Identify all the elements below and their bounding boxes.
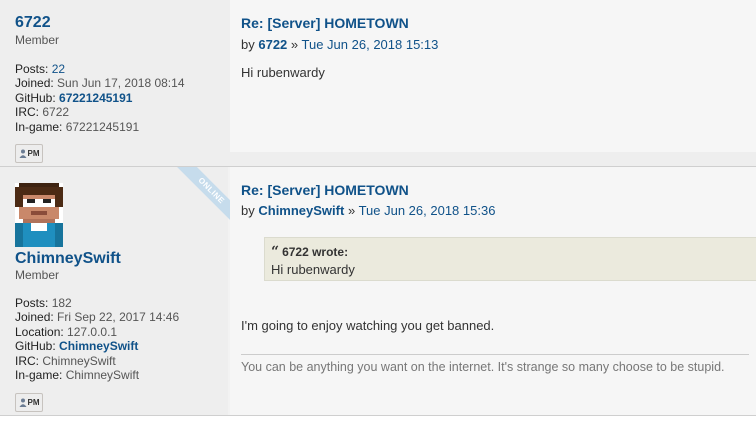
signature: You can be anything you want on the inte… bbox=[241, 360, 725, 374]
stat-github: GitHub: 67221245191 bbox=[15, 90, 133, 105]
github-link[interactable]: ChimneySwift bbox=[59, 339, 138, 353]
online-badge: ONLINE bbox=[174, 167, 230, 227]
github-link[interactable]: 67221245191 bbox=[59, 91, 132, 105]
post-title-link[interactable]: Re: [Server] HOMETOWN bbox=[241, 182, 409, 198]
stat-irc: IRC: 6722 bbox=[15, 105, 70, 120]
author-link[interactable]: ChimneySwift bbox=[258, 203, 344, 218]
stat-irc: IRC: ChimneySwift bbox=[15, 353, 116, 368]
post: 6722 Member Posts: 22 Joined: Sun Jun 17… bbox=[0, 0, 756, 167]
stat-joined: Joined: Fri Sep 22, 2017 14:46 bbox=[15, 310, 180, 325]
quote-text: Hi rubenwardy bbox=[271, 262, 355, 277]
username-link[interactable]: 6722 bbox=[15, 14, 51, 32]
quote-mark-icon: “ bbox=[271, 244, 280, 260]
quote-block: “6722 wrote: Hi rubenwardy bbox=[264, 237, 756, 281]
user-icon bbox=[19, 398, 26, 407]
post-title-link[interactable]: Re: [Server] HOMETOWN bbox=[241, 15, 409, 31]
post-body: Re: [Server] HOMETOWN by ChimneySwift » … bbox=[230, 167, 756, 415]
post-profile: 6722 Member Posts: 22 Joined: Sun Jun 17… bbox=[0, 0, 228, 166]
post-author-line: by ChimneySwift » Tue Jun 26, 2018 15:36 bbox=[241, 203, 496, 218]
stat-location: Location: 127.0.0.1 bbox=[15, 324, 118, 339]
posts-count-link[interactable]: 182 bbox=[52, 296, 72, 310]
online-ribbon: ONLINE bbox=[170, 167, 230, 227]
pm-label: PM bbox=[27, 149, 40, 158]
stat-ingame: In-game: 67221245191 bbox=[15, 119, 140, 134]
post-body: Re: [Server] HOMETOWN by 6722 » Tue Jun … bbox=[230, 0, 756, 152]
user-stats: Posts: 22 Joined: Sun Jun 17, 2018 08:14… bbox=[15, 62, 185, 134]
user-rank: Member bbox=[15, 268, 60, 282]
post-author-line: by 6722 » Tue Jun 26, 2018 15:13 bbox=[241, 37, 439, 52]
avatar[interactable] bbox=[15, 183, 63, 247]
stat-posts: Posts: 22 bbox=[15, 62, 66, 76]
pm-label: PM bbox=[27, 398, 40, 407]
post-content: Hi rubenwardy bbox=[241, 65, 325, 80]
post-date-link[interactable]: Tue Jun 26, 2018 15:36 bbox=[359, 203, 496, 218]
stat-posts: Posts: 182 bbox=[15, 296, 72, 310]
stat-joined: Joined: Sun Jun 17, 2018 08:14 bbox=[15, 76, 185, 91]
user-icon bbox=[19, 149, 26, 158]
post-date-link[interactable]: Tue Jun 26, 2018 15:13 bbox=[302, 37, 439, 52]
post-profile: ONLINE ChimneySwift Member Posts: 182 Jo… bbox=[0, 167, 230, 415]
author-link[interactable]: 6722 bbox=[258, 37, 287, 52]
stat-github: GitHub: ChimneySwift bbox=[15, 339, 139, 354]
post: ONLINE ChimneySwift Member Posts: 182 Jo… bbox=[0, 167, 756, 416]
user-stats: Posts: 182 Joined: Fri Sep 22, 2017 14:4… bbox=[15, 296, 179, 382]
posts-count-link[interactable]: 22 bbox=[52, 62, 65, 76]
pm-button[interactable]: PM bbox=[15, 393, 43, 412]
stat-ingame: In-game: ChimneySwift bbox=[15, 368, 140, 383]
quote-cite: “6722 wrote: bbox=[271, 244, 349, 260]
username-link[interactable]: ChimneySwift bbox=[15, 250, 121, 268]
user-rank: Member bbox=[15, 33, 60, 47]
post-content: I'm going to enjoy watching you get bann… bbox=[241, 318, 495, 333]
pm-button[interactable]: PM bbox=[15, 144, 43, 163]
signature-divider bbox=[241, 354, 749, 355]
